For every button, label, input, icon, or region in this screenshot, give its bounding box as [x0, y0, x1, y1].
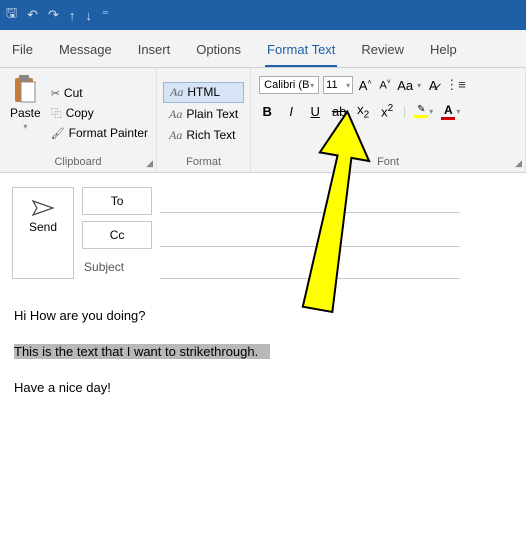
aa-prefix: Aa: [170, 85, 183, 100]
format-painter-label: Format Painter: [69, 126, 148, 140]
strikethrough-button[interactable]: ab: [331, 104, 347, 119]
highlight-color: [414, 115, 428, 118]
font-color-button[interactable]: A ▾: [441, 103, 460, 120]
shrink-font-button[interactable]: A˅: [377, 79, 393, 92]
aa-prefix: Aa: [169, 107, 182, 122]
send-button[interactable]: Send: [12, 187, 74, 279]
subject-label: Subject: [82, 260, 152, 274]
save-icon[interactable]: 🖫: [6, 4, 17, 26]
superscript-button[interactable]: x2: [379, 103, 395, 119]
up-icon[interactable]: ↑: [69, 8, 76, 23]
rich-text-button[interactable]: Aa Rich Text: [163, 126, 244, 145]
group-font: Calibri (B ▾ 11 ▾ A˄ A˅ Aa ▾ A̷ ⋮≡ B I U…: [251, 68, 526, 172]
subject-input[interactable]: [160, 255, 460, 279]
ribbon: Paste ▾ ✂ Cut ⿻ Copy 🖌 Format Painter Cl…: [0, 68, 526, 173]
html-format-button[interactable]: Aa HTML: [163, 82, 244, 103]
grow-font-button[interactable]: A˄: [357, 78, 373, 93]
quick-access-toolbar: 🖫 ↶ ↷ ↑ ↓ ⁼: [0, 0, 526, 30]
tab-message[interactable]: Message: [57, 38, 114, 67]
chevron-down-icon: ▾: [429, 107, 433, 116]
paste-label: Paste: [10, 106, 41, 120]
change-case-button[interactable]: Aa: [397, 78, 413, 93]
font-family-select[interactable]: Calibri (B ▾: [259, 76, 319, 94]
font-color: [441, 117, 455, 120]
cut-button[interactable]: ✂ Cut: [49, 85, 150, 101]
subscript-button[interactable]: x2: [355, 102, 371, 121]
chevron-down-icon: ▾: [456, 107, 460, 116]
copy-button[interactable]: ⿻ Copy: [49, 104, 150, 122]
chevron-down-icon: ▾: [346, 81, 350, 90]
cut-icon: ✂: [51, 87, 60, 100]
font-size-value: 11: [326, 79, 337, 91]
paste-icon: [12, 74, 38, 104]
tab-review[interactable]: Review: [359, 38, 406, 67]
format-painter-button[interactable]: 🖌 Format Painter: [49, 125, 150, 141]
group-format: Aa HTML Aa Plain Text Aa Rich Text Forma…: [157, 68, 251, 172]
font-launcher-icon[interactable]: ◢: [515, 158, 522, 169]
italic-button[interactable]: I: [283, 104, 299, 119]
plain-label: Plain Text: [186, 107, 238, 121]
more-icon[interactable]: ⁼: [102, 7, 109, 23]
rich-label: Rich Text: [186, 128, 235, 142]
clear-format-button[interactable]: A̷: [425, 78, 441, 93]
format-group-label: Format: [163, 154, 244, 170]
body-line-selected: This is the text that I want to striketh…: [14, 343, 512, 361]
cc-input[interactable]: [160, 223, 460, 247]
bold-button[interactable]: B: [259, 104, 275, 119]
selected-text: This is the text that I want to striketh…: [14, 344, 270, 359]
font-color-a: A: [444, 103, 453, 117]
underline-button[interactable]: U: [307, 104, 323, 119]
body-line: Hi How are you doing?: [14, 307, 512, 325]
ribbon-tabs: File Message Insert Options Format Text …: [0, 30, 526, 68]
clipboard-group-label: Clipboard: [6, 154, 150, 170]
copy-label: Copy: [66, 106, 94, 120]
pen-icon: ✎: [417, 104, 425, 115]
compose-header: Send To Cc Subject: [0, 173, 526, 287]
tab-file[interactable]: File: [10, 38, 35, 67]
clipboard-launcher-icon[interactable]: ◢: [146, 158, 153, 169]
paste-button[interactable]: Paste ▾: [6, 72, 45, 154]
down-icon[interactable]: ↓: [85, 8, 92, 23]
tab-help[interactable]: Help: [428, 38, 459, 67]
send-label: Send: [29, 220, 57, 234]
more-font-icon[interactable]: ⋮≡: [445, 77, 461, 93]
font-group-label: Font: [257, 154, 519, 170]
copy-icon: ⿻: [51, 105, 62, 121]
divider: |: [403, 104, 406, 118]
highlight-button[interactable]: ✎ ▾: [414, 104, 433, 118]
cut-label: Cut: [64, 86, 83, 100]
to-input[interactable]: [160, 189, 460, 213]
tab-options[interactable]: Options: [194, 38, 243, 67]
tab-insert[interactable]: Insert: [136, 38, 173, 67]
cc-button[interactable]: Cc: [82, 221, 152, 249]
font-family-value: Calibri (B: [264, 79, 309, 91]
chevron-down-icon: ▾: [23, 122, 27, 131]
undo-icon[interactable]: ↶: [27, 7, 38, 23]
font-size-select[interactable]: 11 ▾: [323, 76, 353, 94]
message-body[interactable]: Hi How are you doing? This is the text t…: [0, 287, 526, 436]
body-line: Have a nice day!: [14, 379, 512, 397]
chevron-down-icon: ▾: [310, 81, 314, 90]
tab-format-text[interactable]: Format Text: [265, 38, 337, 67]
aa-prefix: Aa: [169, 128, 182, 143]
brush-icon: 🖌: [51, 127, 65, 140]
group-clipboard: Paste ▾ ✂ Cut ⿻ Copy 🖌 Format Painter Cl…: [0, 68, 157, 172]
to-button[interactable]: To: [82, 187, 152, 215]
send-icon: [32, 200, 54, 216]
plain-text-button[interactable]: Aa Plain Text: [163, 105, 244, 124]
html-label: HTML: [187, 85, 220, 99]
redo-icon[interactable]: ↷: [48, 7, 59, 23]
chevron-down-icon: ▾: [417, 81, 421, 90]
